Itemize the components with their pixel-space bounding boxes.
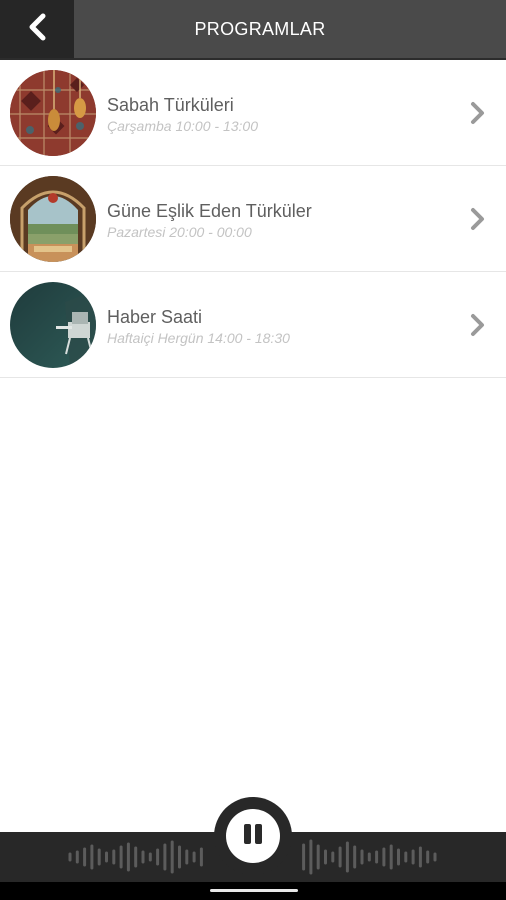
pause-button[interactable]: [214, 797, 292, 875]
window-landscape-image: [10, 176, 96, 262]
program-thumbnail: [10, 176, 96, 262]
home-indicator[interactable]: [210, 889, 298, 892]
chevron-right-icon: [468, 312, 488, 338]
program-thumbnail: [10, 282, 96, 368]
program-thumbnail: [10, 70, 96, 156]
programs-screen: PROGRAMLAR Sabah Türküleri Çarşamba 10:0…: [0, 0, 506, 900]
chevron-right-icon: [468, 206, 488, 232]
baglama-carpet-image: [10, 70, 96, 156]
chevron-left-icon: [26, 12, 48, 47]
program-item-sabah-turkuleri[interactable]: Sabah Türküleri Çarşamba 10:00 - 13:00: [0, 60, 506, 166]
studio-chair-image: [10, 282, 96, 368]
program-schedule: Pazartesi 20:00 - 00:00: [107, 224, 252, 240]
pause-icon: [241, 822, 265, 851]
program-item-haber-saati[interactable]: Haber Saati Haftaiçi Hergün 14:00 - 18:3…: [0, 272, 506, 378]
chevron-right-icon: [468, 100, 488, 126]
program-schedule: Haftaiçi Hergün 14:00 - 18:30: [107, 330, 290, 346]
program-title: Haber Saati: [107, 307, 203, 327]
program-item-gune-eslik-eden-turkuler[interactable]: Güne Eşlik Eden Türküler Pazartesi 20:00…: [0, 166, 506, 272]
program-list: Sabah Türküleri Çarşamba 10:00 - 13:00 G…: [0, 60, 506, 378]
app-header: PROGRAMLAR: [0, 0, 506, 60]
page-title: PROGRAMLAR: [194, 19, 326, 39]
program-title: Sabah Türküleri: [107, 95, 234, 115]
program-schedule: Çarşamba 10:00 - 13:00: [107, 118, 258, 134]
system-navigation-bar: [0, 882, 506, 900]
program-title: Güne Eşlik Eden Türküler: [107, 201, 312, 221]
back-button[interactable]: [0, 0, 74, 58]
